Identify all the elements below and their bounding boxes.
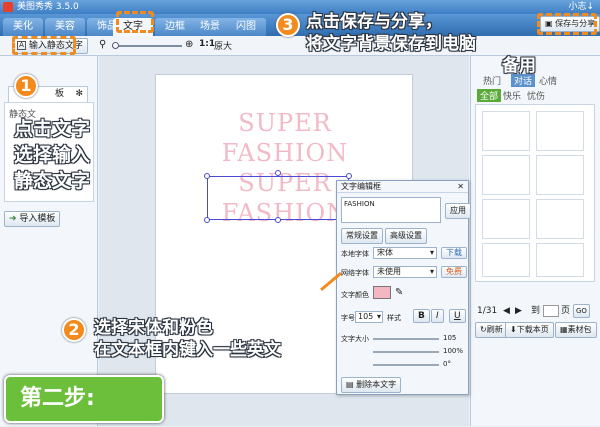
delete-text-button[interactable]: ▤ 删除本文字	[341, 377, 402, 393]
sticker-grid	[475, 104, 595, 282]
refresh-button[interactable]: ↻刷新	[475, 322, 508, 338]
filter-sad[interactable]: 忧伤	[527, 89, 545, 102]
sticker-item[interactable]	[482, 243, 530, 277]
download-icon: ⬇	[510, 325, 517, 334]
import-template-button[interactable]: ➜ 导入模板	[4, 211, 61, 227]
sticker-item[interactable]	[482, 199, 530, 239]
step3-callout: 点击保存与分享， 将文字背景保存到电脑 备用	[306, 12, 536, 76]
user-menu[interactable]: 小志↓	[568, 0, 594, 14]
chevron-down-icon: ▾	[376, 312, 381, 321]
sticker-item[interactable]	[536, 199, 584, 239]
rotate-handle[interactable]	[275, 170, 281, 176]
filter-happy[interactable]: 快乐	[503, 89, 521, 102]
canvas-text-line: SUPER	[238, 109, 332, 137]
canvas-text-line: FASHION	[221, 139, 349, 167]
tab-flash[interactable]: 闪图	[226, 18, 266, 36]
tab-general-settings[interactable]: 常规设置	[341, 228, 383, 244]
step3-number: 3	[276, 13, 300, 37]
import-icon: ➜	[9, 214, 20, 224]
step-badge: 第二步:	[4, 375, 164, 423]
material-pack-button[interactable]: ▦素材包	[555, 322, 597, 338]
sticker-item[interactable]	[536, 243, 584, 277]
zoom-ratio[interactable]: 1:1	[199, 39, 215, 49]
step1-number: 1	[14, 74, 38, 98]
eyedropper-icon[interactable]: ✎	[395, 287, 403, 298]
dialog-title: 文字编辑框	[341, 182, 381, 191]
chevron-down-icon: ▾	[429, 248, 434, 257]
filter-all[interactable]: 全部	[477, 89, 502, 102]
close-icon[interactable]: ✕	[457, 181, 464, 193]
go-button[interactable]: GO	[573, 304, 590, 318]
font-size-slider[interactable]	[373, 338, 439, 340]
font-size-select[interactable]: 105 ▾	[355, 311, 383, 323]
bold-button[interactable]: B	[413, 309, 430, 323]
italic-button[interactable]: I	[431, 309, 444, 323]
dialog-header: 文字编辑框 ✕	[337, 181, 468, 193]
zoom-slider[interactable]	[112, 42, 182, 49]
text-color-swatch[interactable]	[373, 286, 391, 299]
web-font-select[interactable]: 未使用 ▾	[373, 266, 437, 278]
sticker-item[interactable]	[482, 111, 530, 151]
chevron-down-icon: ▾	[429, 267, 434, 276]
tab-beauty[interactable]: 美容	[45, 18, 85, 36]
zoom-search-icon: ⚲	[99, 39, 107, 50]
step2-number: 2	[62, 318, 86, 342]
free-font-button[interactable]: 免费	[441, 266, 467, 278]
highlight-input-button	[12, 36, 76, 55]
tab-beautify[interactable]: 美化	[3, 18, 43, 36]
step1-callout: 点击文字 选择输入 静态文字	[14, 118, 91, 192]
window-title: 美图秀秀 3.5.0	[17, 2, 79, 12]
resize-handle[interactable]	[204, 217, 210, 223]
left-panel: 板 ✻ 静态文 ➜ 导入模板	[0, 56, 98, 426]
local-font-select[interactable]: 宋体 ▾	[373, 247, 437, 259]
page-info: 1/31	[477, 306, 498, 316]
sticker-item[interactable]	[536, 155, 584, 195]
page-input[interactable]	[543, 305, 559, 317]
material-tab[interactable]: 心情	[539, 74, 557, 87]
tab-scene[interactable]: 场景	[190, 18, 230, 36]
resize-handle[interactable]	[346, 173, 352, 179]
highlight-save-button	[537, 13, 597, 35]
zoom-slider-thumb[interactable]	[112, 42, 119, 49]
right-panel: 热门 对话 心情 全部 快乐 忧伤 1/31 ◀ ▶ 到 页 GO ↻刷新 ⬇下…	[470, 56, 600, 426]
zoom-original[interactable]: 原大	[214, 39, 232, 52]
text-edit-dialog: 文字编辑框 ✕ FASHION 应用 常规设置 高级设置 本地字体 宋体 ▾ 下…	[336, 180, 471, 395]
package-icon: ▦	[560, 325, 568, 334]
underline-button[interactable]: U	[449, 309, 466, 323]
sticker-item[interactable]	[482, 155, 530, 195]
pagination: 1/31 ◀ ▶ 到 页 GO	[477, 304, 595, 318]
resize-handle[interactable]	[275, 217, 281, 223]
tab-advanced-settings[interactable]: 高级设置	[385, 228, 427, 244]
opacity-slider[interactable]	[373, 351, 439, 353]
prev-page-icon[interactable]: ◀	[503, 304, 510, 318]
next-page-icon[interactable]: ▶	[515, 304, 522, 318]
highlight-text-tab	[116, 11, 154, 33]
text-selection-box[interactable]	[207, 176, 349, 220]
zoom-plus-icon: ⊕	[185, 39, 194, 50]
tab-border[interactable]: 边框	[155, 18, 195, 36]
apply-button[interactable]: 应用	[445, 203, 471, 219]
sticker-item[interactable]	[536, 111, 584, 151]
download-font-button[interactable]: 下载	[441, 247, 467, 259]
app-logo-icon	[3, 2, 13, 12]
download-page-button[interactable]: ⬇下载本页	[505, 322, 554, 338]
refresh-icon: ↻	[480, 325, 487, 334]
gear-icon[interactable]: ✻	[75, 87, 83, 101]
resize-handle[interactable]	[204, 173, 210, 179]
rotation-slider[interactable]	[373, 364, 439, 366]
step2-callout: 选择宋体和粉色 在文本框内键入一些英文	[94, 318, 281, 360]
material-filters: 全部 快乐 忧伤	[477, 89, 595, 102]
delete-icon: ▤	[346, 380, 357, 389]
text-input-area[interactable]: FASHION	[341, 197, 441, 223]
